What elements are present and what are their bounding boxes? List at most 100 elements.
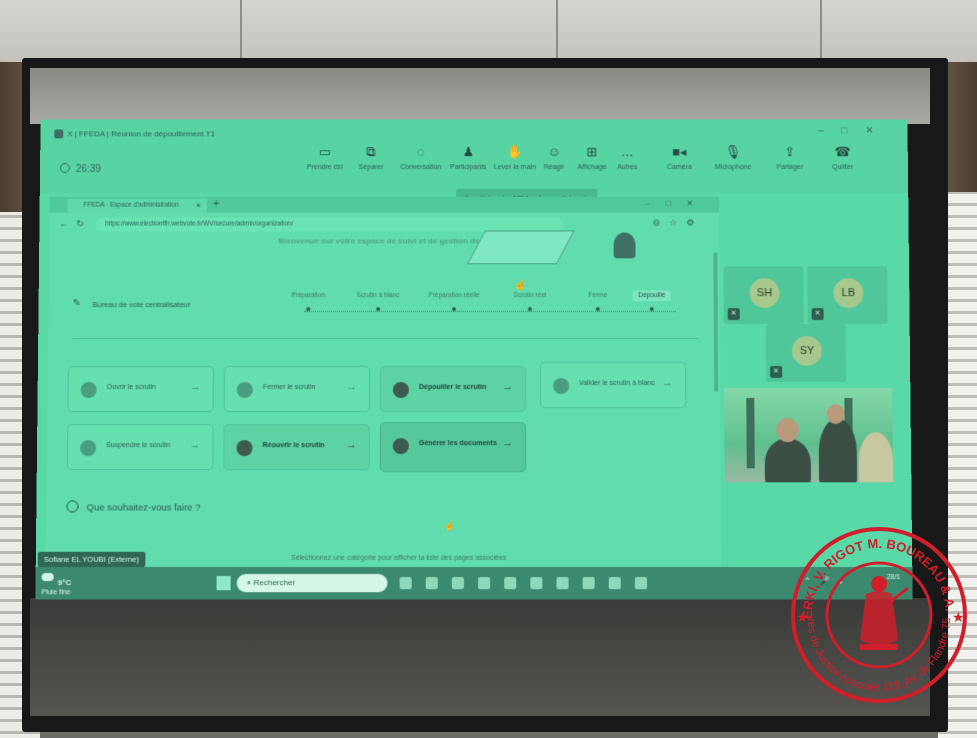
action-suspend-scrutin[interactable]: Suspendre le scrutin → (66, 424, 214, 471)
arrow-right-icon: → (502, 437, 514, 450)
step-dot (306, 307, 311, 312)
action-label: Réouvrir le scrutin (262, 442, 325, 450)
question-heading: Que souhaitez-vous faire ? (66, 500, 201, 514)
step-label: Préparation réelle (428, 292, 480, 300)
toolbar-participants[interactable]: ♟ Participants (450, 144, 487, 171)
action-label: Suspendre le scrutin (106, 442, 171, 450)
participant-tile[interactable]: SH ✕ (723, 266, 804, 325)
participant-tile[interactable]: LB ✕ (807, 266, 888, 325)
arrow-right-icon: → (345, 439, 357, 452)
react-icon: ☺ (547, 144, 561, 160)
teams-window-title-text: X | FFEDA | Réunion de dépouillement T1 (67, 129, 216, 139)
new-tab-icon[interactable]: + (213, 198, 219, 210)
app-icon[interactable] (634, 577, 647, 590)
app-icon[interactable] (451, 577, 464, 590)
hero-illustration (466, 230, 575, 265)
windows-start-icon[interactable] (216, 576, 231, 591)
toolbar-raise-hand[interactable]: ✋ Lever la main (493, 144, 536, 171)
participant-video[interactable] (724, 388, 894, 483)
toolbar-label: Conversation (400, 164, 442, 171)
progress-line (304, 311, 676, 313)
question-text: Que souhaitez-vous faire ? (86, 502, 201, 514)
action-close-scrutin[interactable]: Fermer le scrutin → (223, 365, 370, 413)
ballot-icon (392, 381, 409, 399)
toolbar-microphone[interactable]: 🎙 Microphone (714, 144, 752, 171)
toolbar-more[interactable]: … Autres (617, 144, 638, 171)
close-icon[interactable]: ✕ (196, 202, 201, 210)
app-icon[interactable] (556, 577, 569, 590)
close-circle-icon (236, 381, 253, 399)
document-icon (392, 438, 409, 455)
mouse-cursor-icon: ☝ (513, 280, 527, 292)
toolbar-share[interactable]: ⇪ Partager (776, 144, 804, 171)
toolbar-conversation[interactable]: ◌ Conversation (400, 144, 442, 171)
avatar: LB (833, 278, 864, 309)
browser-tab[interactable]: FFEDA - Espace d'administration ✕ (67, 198, 208, 213)
chat-icon: ◌ (417, 144, 425, 160)
app-icon[interactable] (425, 577, 438, 590)
step-scrutin-blanc: Scrutin à blanc (338, 292, 418, 312)
avatar: SH (749, 278, 780, 309)
app-icon[interactable] (530, 577, 543, 590)
weather-condition: Pluie fine (41, 589, 71, 597)
back-icon[interactable]: ←↻ (59, 219, 92, 230)
toolbar-react[interactable]: ☺ Réagir (544, 144, 565, 171)
action-label: Valider le scrutin à blanc (579, 379, 655, 388)
taskbar-search[interactable]: ⌕ Rechercher (236, 574, 388, 593)
toolbar-take-control[interactable]: ▭ Prendre ctrl (307, 144, 343, 171)
toolbar-label: Participants (450, 164, 487, 171)
action-count-scrutin[interactable]: Dépouiller le scrutin → (379, 365, 527, 413)
toolbar-label: Autres (617, 164, 638, 171)
mic-off-icon: ✕ (770, 365, 783, 378)
browser-window-controls[interactable]: –□✕ (645, 199, 709, 208)
projected-display: X | FFEDA | Réunion de dépouillement T1 … (35, 119, 913, 600)
app-icon[interactable] (478, 577, 491, 590)
bailiff-stamp: SELARL F. CHERKI, V. RIGOT M. BOUREAU & … (786, 522, 967, 703)
question-icon (66, 500, 79, 513)
app-icon[interactable] (399, 577, 412, 590)
app-icon[interactable] (582, 577, 595, 590)
action-validate-blank[interactable]: Valider le scrutin à blanc → (540, 361, 687, 409)
step-label: Dépouillé (633, 290, 671, 302)
organization-row: ✎ Bureau de vote centralisateur Préparat… (72, 286, 692, 326)
toolbar-separate[interactable]: ⧉ Séparer (359, 144, 384, 171)
admin-page: Bienvenue sur votre espace de suivi et d… (46, 230, 722, 589)
organization-name: Bureau de vote centralisateur (92, 300, 191, 310)
video-person (764, 438, 812, 483)
weather-widget[interactable]: 9°C Pluie fine (41, 573, 71, 597)
app-icon[interactable] (504, 577, 517, 590)
leave-icon: ☎ (834, 144, 851, 160)
scrollbar[interactable] (713, 252, 719, 393)
toolbar-label: Affichage (577, 164, 607, 171)
toolbar-view[interactable]: ⊞ Affichage (577, 144, 607, 171)
stamp-star-icon: ★ (796, 609, 809, 625)
step-dot (595, 307, 600, 312)
step-dot (527, 307, 532, 312)
toolbar-leave[interactable]: ☎ Quitter (832, 144, 853, 171)
url-field[interactable]: https://www.electionffh.webvote.fr/WV/se… (95, 217, 564, 232)
category-hint: Sélectionnez une catégorie pour afficher… (291, 554, 507, 562)
toolbar-label: Caméra (667, 164, 692, 171)
video-person (858, 432, 894, 483)
participant-tile[interactable]: SY ✕ (765, 324, 847, 382)
step-preparation: Préparation (268, 292, 348, 312)
window-controls[interactable]: –□✕ (818, 125, 892, 136)
app-icon[interactable] (608, 577, 621, 590)
action-generate-documents[interactable]: Générer les documents → (379, 422, 527, 473)
toolbar-label: Lever la main (493, 164, 536, 171)
mic-off-icon: ✕ (811, 308, 824, 321)
toolbar-camera[interactable]: ■◂ Caméra (667, 144, 692, 171)
action-reopen-scrutin[interactable]: Réouvrir le scrutin → (223, 424, 370, 471)
view-icon: ⊞ (586, 144, 598, 160)
video-person-head (826, 404, 845, 425)
arrow-right-icon: → (662, 376, 674, 390)
toolbar-label: Microphone (714, 164, 752, 171)
scrutin-progress: Préparation Scrutin à blanc Préparation … (268, 290, 692, 322)
teams-window-title: X | FFEDA | Réunion de dépouillement T1 (54, 129, 216, 139)
action-open-scrutin[interactable]: Ouvrir le scrutin → (67, 365, 214, 413)
video-person-head (776, 418, 799, 443)
browser-tools[interactable]: ⊖☆⚙ (653, 218, 704, 229)
weather-temperature: 9°C (57, 578, 72, 588)
ceiling (0, 0, 977, 62)
edit-icon[interactable]: ✎ (72, 298, 80, 309)
